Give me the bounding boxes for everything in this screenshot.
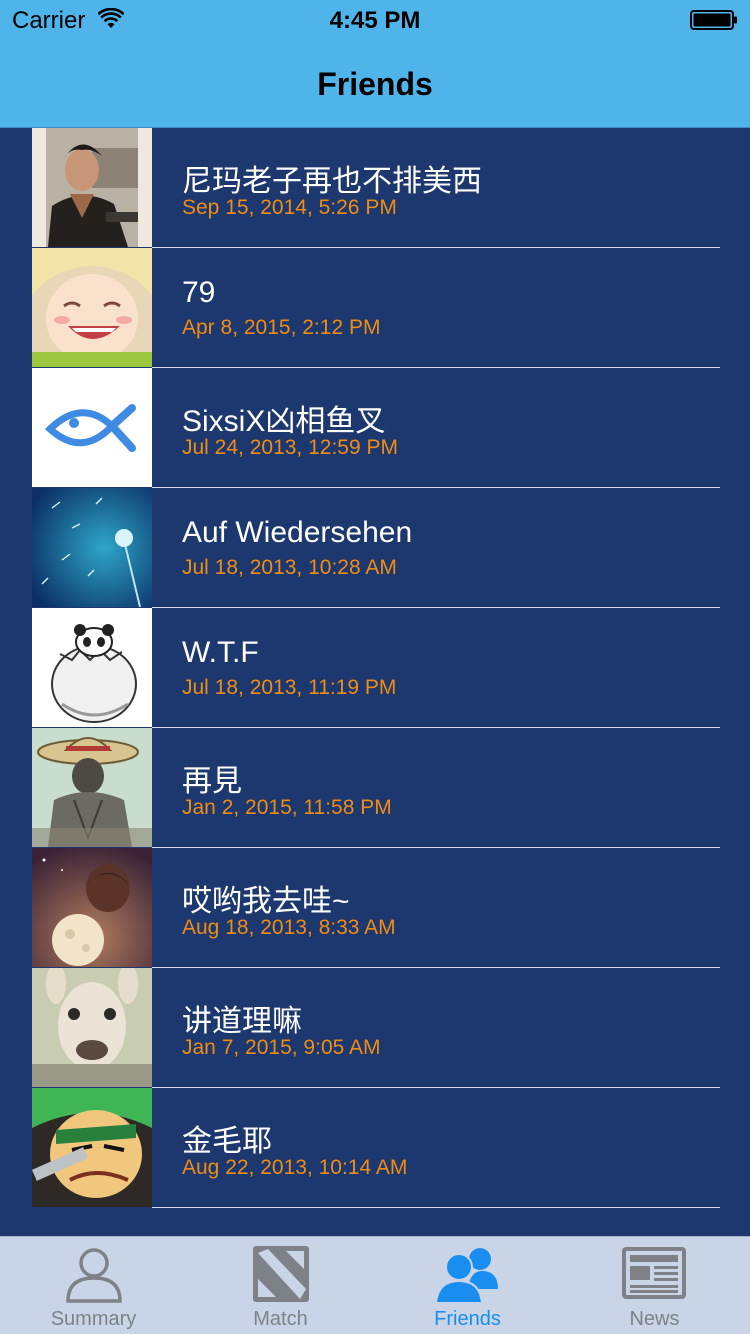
tab-news[interactable]: News (561, 1237, 748, 1334)
friend-name: SixsiX凶相鱼叉 (182, 405, 386, 438)
tab-match[interactable]: Match (187, 1237, 374, 1334)
friend-date: Jan 2, 2015, 11:58 PM (182, 796, 392, 819)
clock: 4:45 PM (329, 7, 421, 34)
dota-icon (252, 1246, 309, 1302)
tab-label: Match (253, 1308, 308, 1330)
friends-list[interactable]: 尼玛老子再也不排美西 Sep 15, 2014, 5:26 PM 79 Apr … (32, 128, 720, 1236)
friend-row[interactable]: 讲道理嘛 Jan 7, 2015, 9:05 AM (32, 968, 720, 1088)
avatar (32, 368, 152, 487)
friend-row[interactable]: 尼玛老子再也不排美西 Sep 15, 2014, 5:26 PM (32, 128, 720, 248)
friend-name: W.T.F (182, 636, 259, 669)
person-icon (65, 1248, 122, 1303)
tab-label: News (629, 1308, 680, 1330)
newspaper-icon (621, 1247, 686, 1299)
friend-date: Aug 18, 2013, 8:33 AM (182, 916, 396, 939)
friend-row[interactable]: SixsiX凶相鱼叉 Jul 24, 2013, 12:59 PM (32, 368, 720, 488)
avatar (32, 1208, 152, 1236)
friend-row[interactable]: Auf Wiedersehen Jul 18, 2013, 10:28 AM (32, 488, 720, 608)
tab-friends[interactable]: Friends (374, 1237, 561, 1334)
avatar (32, 848, 152, 967)
friend-name: 哎哟我去哇~ (182, 885, 350, 918)
tab-label: Friends (434, 1308, 501, 1330)
avatar (32, 248, 152, 367)
navigation-bar: Friends (0, 40, 750, 128)
friend-name: 尼玛老子再也不排美西 (182, 165, 482, 198)
battery-icon (690, 10, 737, 30)
friend-date: Jul 18, 2013, 11:19 PM (182, 676, 397, 699)
friends-icon (434, 1248, 498, 1304)
friend-name: 79 (182, 276, 216, 309)
friend-date: Sep 15, 2014, 5:26 PM (182, 196, 397, 219)
friend-name: 讲道理嘛 (182, 1005, 302, 1038)
friend-name: 金毛耶 (182, 1125, 272, 1158)
avatar (32, 968, 152, 1087)
page-title: Friends (317, 66, 433, 102)
friend-name: Auf Wiedersehen (182, 516, 413, 549)
tab-bar: Summary Match Friends News (0, 1236, 750, 1334)
status-bar: Carrier 4:45 PM (0, 0, 750, 40)
friend-date: Apr 8, 2015, 2:12 PM (182, 316, 381, 339)
friend-name: 再見 (182, 765, 242, 798)
tab-summary[interactable]: Summary (0, 1237, 187, 1334)
tab-label: Summary (50, 1308, 137, 1330)
friend-row[interactable]: 哎哟我去哇~ Aug 18, 2013, 8:33 AM (32, 848, 720, 968)
friend-row[interactable]: 79 Apr 8, 2015, 2:12 PM (32, 248, 720, 368)
friend-row[interactable] (32, 1208, 720, 1236)
friend-row[interactable]: W.T.F Jul 18, 2013, 11:19 PM (32, 608, 720, 728)
friend-date: Jan 7, 2015, 9:05 AM (182, 1036, 381, 1059)
avatar (32, 488, 152, 607)
friend-date: Jul 24, 2013, 12:59 PM (182, 436, 398, 459)
avatar (32, 608, 152, 727)
friend-date: Jul 18, 2013, 10:28 AM (182, 556, 397, 579)
avatar (32, 1088, 152, 1207)
avatar (32, 728, 152, 847)
avatar (32, 128, 152, 247)
friend-row[interactable]: 金毛耶 Aug 22, 2013, 10:14 AM (32, 1088, 720, 1208)
friend-date: Aug 22, 2013, 10:14 AM (182, 1156, 408, 1179)
friend-row[interactable]: 再見 Jan 2, 2015, 11:58 PM (32, 728, 720, 848)
